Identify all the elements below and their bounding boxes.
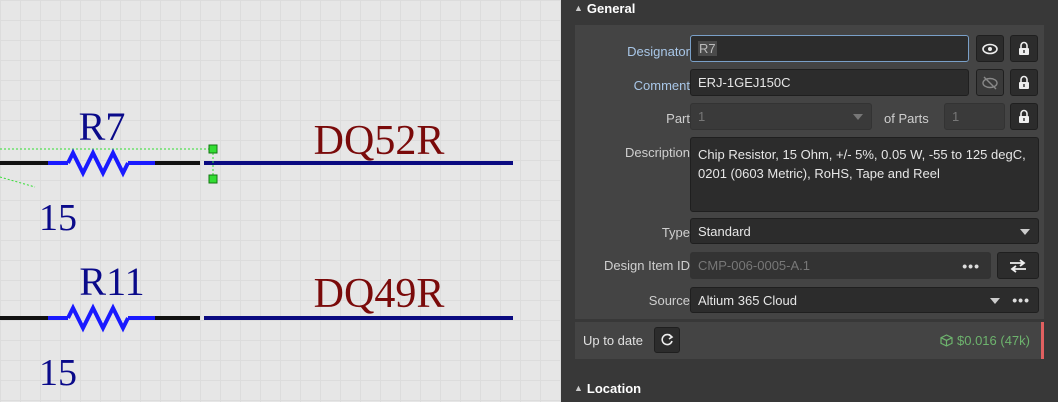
design-item-id-label: Design Item ID: [604, 258, 690, 273]
general-section-header[interactable]: ▲ General: [561, 0, 1058, 18]
up-to-date-label: Up to date: [583, 333, 643, 348]
selection-handle: [208, 174, 218, 184]
net-label-dq52r: DQ52R: [314, 118, 445, 164]
status-indicator-bar: [1041, 322, 1044, 359]
comment-lock-button[interactable]: [1010, 69, 1038, 96]
selection-handle: [208, 144, 218, 154]
eye-slash-icon: [982, 76, 998, 89]
eye-icon: [982, 43, 998, 54]
status-bar: Up to date $0.016 (47k): [575, 322, 1044, 359]
part-lock-button[interactable]: [1010, 103, 1038, 130]
designator-lock-button[interactable]: [1010, 35, 1038, 62]
price-indicator[interactable]: $0.016 (47k): [940, 333, 1030, 348]
lock-icon: [1019, 75, 1029, 89]
cube-icon: [940, 334, 953, 347]
type-select[interactable]: Standard: [690, 218, 1039, 244]
designator-input[interactable]: R7: [690, 35, 969, 62]
schematic-canvas[interactable]: R7 15 DQ52R R11 15 DQ49R: [0, 0, 561, 402]
part-select[interactable]: 1: [690, 103, 872, 130]
source-label: Source: [648, 293, 690, 308]
more-options-icon[interactable]: •••: [1012, 292, 1030, 308]
chevron-down-icon: [853, 114, 863, 120]
chevron-down-icon: [1020, 229, 1030, 235]
description-label: Description: [624, 145, 690, 160]
net-label-dq49r: DQ49R: [314, 271, 445, 317]
resistor-body-r11: [66, 303, 130, 333]
lock-icon: [1019, 109, 1029, 123]
designator-label: Designator: [627, 44, 690, 59]
refresh-icon: [661, 333, 674, 346]
design-item-id-input: CMP-006-0005-A.1 •••: [690, 252, 991, 279]
comment-visibility-toggle[interactable]: [976, 69, 1004, 96]
swap-component-button[interactable]: [997, 252, 1039, 279]
selection-guide: [0, 176, 36, 188]
chevron-down-icon: [990, 298, 1000, 304]
collapse-triangle-icon[interactable]: ▲: [574, 3, 583, 13]
designator-r7: R7: [79, 104, 126, 149]
collapse-triangle-icon[interactable]: ▲: [574, 383, 583, 393]
comment-input[interactable]: ERJ-1GEJ150C: [690, 69, 969, 96]
comment-label: Comment: [633, 78, 690, 93]
of-parts-input: 1: [944, 103, 1005, 130]
properties-panel: ▲ General Designator R7 Comment ERJ-1GEJ…: [561, 0, 1058, 402]
part-label: Part: [666, 111, 690, 126]
more-options-icon[interactable]: •••: [962, 258, 980, 274]
refresh-button[interactable]: [654, 327, 680, 353]
value-r7: 15: [39, 197, 77, 239]
resistor-body-r7: [66, 148, 130, 178]
type-label: Type: [661, 225, 690, 240]
designator-r11: R11: [79, 259, 144, 304]
source-select[interactable]: Altium 365 Cloud •••: [690, 287, 1039, 313]
of-parts-label: of Parts: [884, 111, 929, 126]
swap-icon: [1010, 258, 1026, 273]
location-section-header[interactable]: ▲ Location: [561, 378, 1058, 398]
value-r11: 15: [39, 352, 77, 394]
general-section: Designator R7 Comment ERJ-1GEJ150C Part …: [575, 25, 1044, 319]
schematic-drawing[interactable]: R7 15 DQ52R R11 15 DQ49R: [0, 0, 561, 402]
visibility-toggle[interactable]: [976, 35, 1004, 62]
description-textarea[interactable]: Chip Resistor, 15 Ohm, +/- 5%, 0.05 W, -…: [690, 137, 1039, 212]
lock-icon: [1019, 41, 1029, 55]
